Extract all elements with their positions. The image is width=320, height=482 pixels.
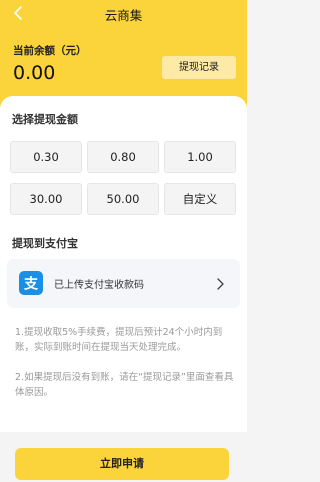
- chevron-right-icon: [217, 278, 224, 290]
- withdraw-note-2: 2.如果提现后没有到账，请在“提现记录”里面查看具体原因。: [15, 372, 234, 398]
- alipay-account-row[interactable]: 支 已上传支付宝收款码: [7, 259, 240, 308]
- amount-option-30-00[interactable]: 30.00: [10, 183, 82, 215]
- page-title: 云商集: [104, 8, 143, 23]
- amount-option-1-00[interactable]: 1.00: [164, 141, 236, 173]
- nav-bar: 云商集: [0, 0, 247, 26]
- amount-section-title: 选择提现金额: [12, 113, 78, 126]
- svg-text:支: 支: [23, 276, 39, 293]
- alipay-section-title: 提现到支付宝: [12, 237, 78, 250]
- amount-option-50-00[interactable]: 50.00: [87, 183, 159, 215]
- alipay-status-text: 已上传支付宝收款码: [54, 280, 144, 291]
- amount-option-0-30[interactable]: 0.30: [10, 141, 82, 173]
- balance-value: 0.00: [13, 62, 56, 84]
- submit-button[interactable]: 立即申请: [15, 448, 229, 480]
- amount-option-0-80[interactable]: 0.80: [87, 141, 159, 173]
- withdraw-record-button[interactable]: 提现记录: [162, 56, 236, 79]
- withdraw-note-1: 1.提现收取5%手续费，提现后预计24个小时内到账，实际到账时间在提现当天处理完…: [15, 327, 223, 353]
- amount-option-custom[interactable]: 自定义: [164, 183, 236, 215]
- alipay-icon: 支: [19, 271, 43, 295]
- balance-label: 当前余额（元）: [13, 45, 87, 57]
